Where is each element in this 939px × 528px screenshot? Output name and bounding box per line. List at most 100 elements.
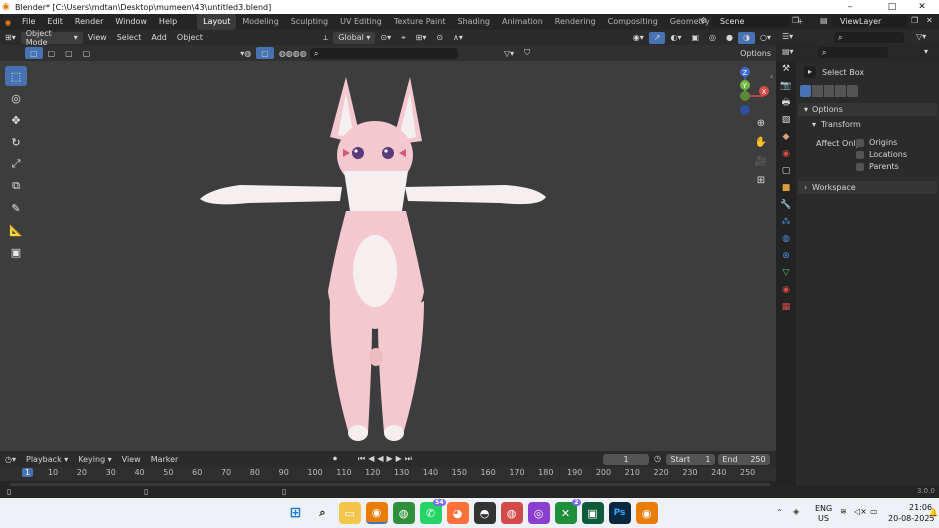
object-tab-icon[interactable]: ■	[776, 180, 796, 197]
transform-subpanel-header[interactable]: ▾ Transform	[798, 118, 937, 131]
xray-icon[interactable]: ▣	[686, 32, 704, 44]
select-extend-icon[interactable]: ▢	[43, 47, 61, 59]
search-taskbar-icon[interactable]: ⌕	[312, 502, 334, 524]
language-label[interactable]: ENG	[815, 504, 832, 513]
marker-menu[interactable]: Marker	[146, 453, 184, 465]
mode-new-icon[interactable]	[800, 85, 811, 97]
chrome-icon[interactable]: ◍	[392, 502, 415, 524]
mode-difference-icon[interactable]	[835, 85, 847, 97]
menu-select[interactable]: Select	[112, 32, 147, 44]
particles-tab-icon[interactable]: ⁂	[776, 214, 796, 231]
parents-checkbox[interactable]: Parents	[856, 162, 899, 171]
github-icon[interactable]: ◓	[473, 502, 496, 524]
whatsapp-icon[interactable]: ✆ 54	[419, 499, 446, 524]
overlay-icon[interactable]: ◐▾	[665, 32, 686, 44]
keying-menu[interactable]: Keying ▾	[73, 453, 116, 465]
world-tab-icon[interactable]: ◉	[776, 146, 796, 163]
select-box-tool-icon[interactable]: ⬚	[5, 66, 27, 86]
properties-search-field[interactable]: ⌕	[818, 47, 888, 58]
grid-icon[interactable]: ⊞	[754, 175, 768, 191]
pivot-icon[interactable]: ⊙▾	[375, 32, 396, 44]
orientation-selector[interactable]: Global ▾	[333, 31, 376, 44]
tab-rendering[interactable]: Rendering	[549, 14, 602, 30]
outliner-filter-icon[interactable]: ▽▾	[916, 32, 926, 41]
menu-window[interactable]: Window	[109, 14, 153, 30]
options-button[interactable]: Options	[735, 47, 776, 59]
filter-sphere-icon[interactable]: ◍◍◍◍	[274, 47, 312, 59]
menu-view[interactable]: View	[83, 32, 112, 44]
constraints-tab-icon[interactable]: ⊛	[776, 248, 796, 265]
snapping-icon[interactable]: ⊞▾	[411, 32, 432, 44]
navigation-gizmo[interactable]: Z Y X	[721, 66, 773, 122]
tray-app-icon[interactable]: ◈	[793, 507, 799, 516]
app-purple-icon[interactable]: ◎	[527, 502, 550, 524]
scale-tool-icon[interactable]: ⤢	[5, 154, 27, 174]
mode-extend-icon[interactable]	[811, 85, 823, 97]
search-field[interactable]: ⌕	[310, 48, 458, 59]
chrome-profile-icon[interactable]: ◍	[500, 502, 523, 524]
notification-icon[interactable]: 🔔	[928, 508, 938, 517]
start-frame-field[interactable]: Start 1	[666, 454, 715, 465]
3d-viewport[interactable]	[0, 61, 776, 451]
current-frame-field[interactable]: 1	[603, 454, 649, 465]
playback-controls[interactable]: ⏮◀◀▶▶⏭	[358, 454, 415, 464]
blender-secondary-icon[interactable]: ◉	[635, 502, 658, 524]
view-layer-selector[interactable]: ViewLayer	[832, 16, 907, 27]
minimize-button[interactable]: –	[838, 0, 862, 14]
proportional-edit-icon[interactable]: ⊙	[431, 32, 448, 44]
tab-animation[interactable]: Animation	[496, 14, 549, 30]
falloff-icon[interactable]: ∧▾	[448, 32, 468, 44]
properties-menu-icon[interactable]: ▾	[924, 47, 928, 56]
add-cube-tool-icon[interactable]: ▣	[5, 242, 27, 262]
playback-menu[interactable]: Playback ▾	[21, 453, 73, 465]
file-explorer-icon[interactable]: ▭	[338, 502, 361, 524]
workspace-panel-header[interactable]: › Workspace	[798, 181, 937, 194]
material-tab-icon[interactable]: ◉	[776, 282, 796, 299]
menu-add[interactable]: Add	[146, 32, 172, 44]
output-tab-icon[interactable]: 🖶	[776, 95, 796, 112]
xbox-icon[interactable]: ✕ 2	[554, 499, 581, 524]
maximize-button[interactable]: □	[880, 0, 904, 14]
record-icon[interactable]: ⏺	[333, 454, 337, 464]
windows-start-icon[interactable]: ⊞	[285, 502, 307, 524]
timeline-view-menu[interactable]: View	[117, 453, 146, 465]
tab-shading[interactable]: Shading	[451, 14, 496, 30]
rendered-shading-icon[interactable]: ○▾	[755, 32, 776, 44]
tab-layout[interactable]: Layout	[197, 14, 237, 30]
filter-toggle-icon[interactable]: ▾◍	[235, 47, 256, 59]
collection-tab-icon[interactable]: ▢	[776, 163, 796, 180]
volume-icon[interactable]: ◁×	[854, 507, 867, 516]
texture-tab-icon[interactable]: ▦	[776, 299, 796, 316]
pan-hand-icon[interactable]: ✋	[754, 137, 768, 153]
cursor-tool-icon[interactable]: ◎	[5, 88, 27, 108]
shield-icon[interactable]: ⛉	[519, 47, 535, 59]
editor-type-button[interactable]: ⊞▾	[0, 32, 21, 44]
scene-tab-icon[interactable]: ◆	[776, 129, 796, 146]
firefox-icon[interactable]: ◕	[446, 502, 469, 524]
locations-checkbox[interactable]: Locations	[856, 150, 907, 159]
timeline-ruler[interactable]: 1 10 20 30 40 50 60 70 80 90 100 110 120 130 140 150 160…	[0, 467, 776, 481]
material-shading-icon[interactable]: ◑	[738, 31, 755, 44]
menu-render[interactable]: Render	[69, 14, 109, 30]
select-invert-icon[interactable]: ▢	[78, 47, 96, 59]
copy-view-layer-icon[interactable]: ❐	[911, 16, 918, 25]
clock-icon[interactable]: ◷	[654, 454, 661, 463]
move-tool-icon[interactable]: ✥	[5, 110, 27, 130]
annotate-tool-icon[interactable]: ✎	[5, 198, 27, 218]
zoom-icon[interactable]: ⊕	[754, 118, 768, 134]
transform-tool-icon[interactable]: ⧉	[5, 176, 27, 196]
menu-object[interactable]: Object	[172, 32, 208, 44]
wireframe-shading-icon[interactable]: ◎	[704, 32, 721, 44]
camera-icon[interactable]: 🎥	[754, 156, 768, 172]
menu-help[interactable]: Help	[153, 14, 183, 30]
tray-chevron-icon[interactable]: ⌃	[776, 508, 783, 517]
terminal-icon[interactable]: ▣	[581, 502, 604, 524]
origins-checkbox[interactable]: Origins	[856, 138, 897, 147]
solid-shading-icon[interactable]: ●	[721, 32, 738, 44]
sidebar-toggle-icon[interactable]: ‹	[770, 72, 773, 81]
scene-selector[interactable]: Scene	[712, 16, 790, 27]
snap-icon[interactable]: ⌖	[396, 32, 411, 44]
measure-tool-icon[interactable]: 📐	[5, 220, 27, 240]
battery-icon[interactable]: ▭	[870, 507, 878, 516]
select-new-icon[interactable]: ▢	[25, 47, 43, 59]
